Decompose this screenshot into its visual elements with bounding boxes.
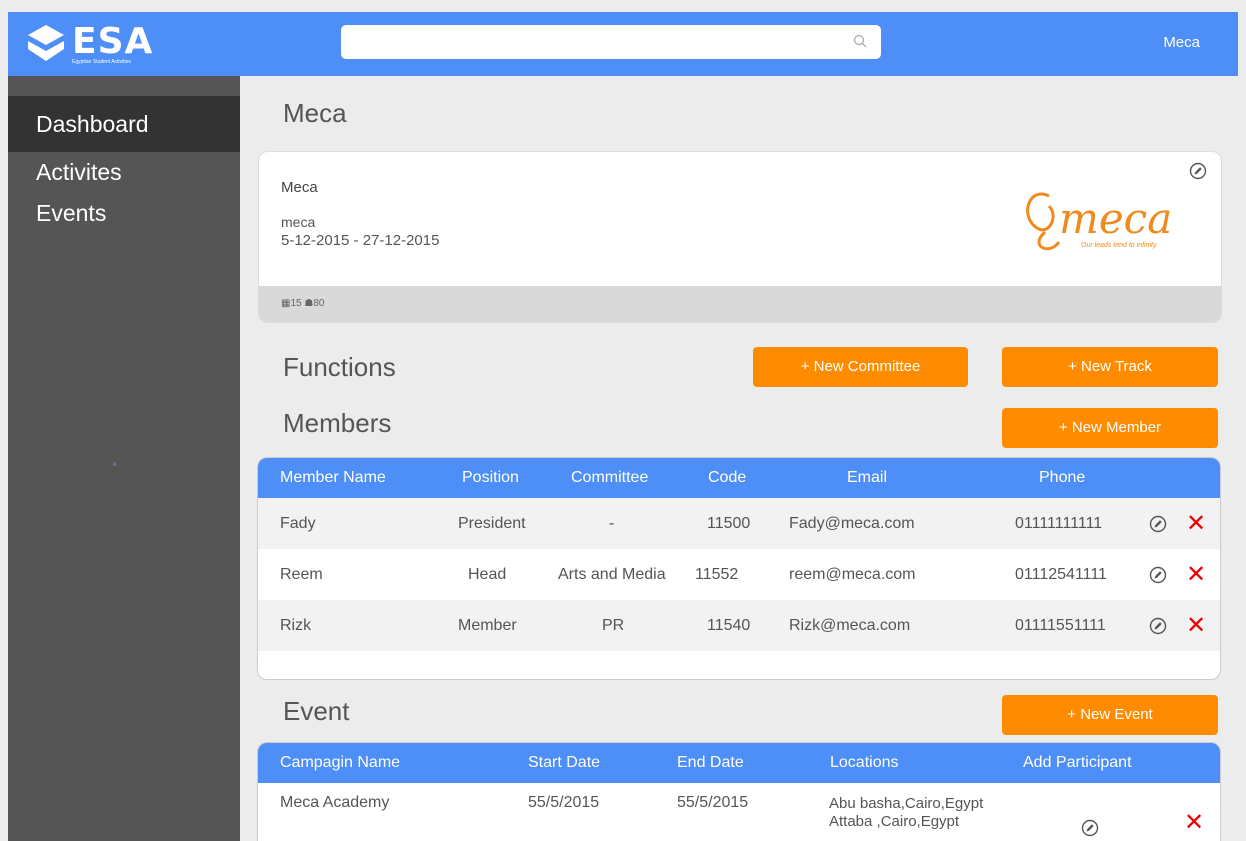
edit-icon[interactable] (1149, 566, 1167, 584)
sidebar-item-dashboard[interactable]: Dashboard (8, 96, 240, 152)
col-phone[interactable]: Phone (1039, 458, 1085, 498)
member-position: President (458, 515, 526, 532)
event-start: 55/5/2015 (528, 794, 600, 811)
new-committee-button[interactable]: + New Committee (753, 347, 968, 387)
table-row[interactable]: Reem Head Arts and Media 11552 reem@meca… (258, 549, 1220, 600)
member-position: Member (458, 617, 517, 634)
meca-logo-tagline: Our leads tend to infinity (1081, 242, 1157, 249)
club-slug: meca (281, 214, 316, 230)
search-input[interactable] (341, 25, 841, 59)
delete-icon[interactable]: ✕ (1184, 797, 1204, 841)
members-table: Member Name Position Committee Code Emai… (257, 457, 1221, 680)
close-icon[interactable]: × (112, 459, 117, 469)
new-member-button[interactable]: + New Member (1002, 408, 1218, 448)
calendar-count: 15 (290, 298, 302, 309)
edit-icon[interactable] (1081, 819, 1099, 837)
member-committee: - (609, 515, 615, 532)
sidebar-item-events[interactable]: Events (8, 193, 240, 234)
member-email: Rizk@meca.com (789, 617, 911, 634)
col-add-participant[interactable]: Add Participant (1023, 743, 1132, 783)
delete-icon[interactable]: ✕ (1186, 549, 1206, 600)
members-table-header: Member Name Position Committee Code Emai… (258, 458, 1220, 498)
delete-icon[interactable]: ✕ (1186, 600, 1206, 651)
members-title: Members (283, 408, 392, 438)
col-code[interactable]: Code (708, 458, 746, 498)
events-table: Campagin Name Start Date End Date Locati… (257, 742, 1221, 841)
delete-icon[interactable]: ✕ (1186, 498, 1206, 549)
member-name: Reem (280, 566, 323, 583)
club-name: Meca (281, 179, 318, 196)
meca-logo-text: meca (1059, 194, 1173, 243)
user-name[interactable]: Meca (1163, 34, 1200, 51)
edit-icon[interactable] (1149, 515, 1167, 533)
meca-logo: meca Our leads tend to infinity (1019, 186, 1193, 256)
member-committee: PR (602, 617, 625, 634)
club-dates: 5-12-2015 - 27-12-2015 (281, 232, 440, 249)
event-name: Meca Academy (280, 794, 390, 811)
new-track-button[interactable]: + New Track (1002, 347, 1218, 387)
table-row[interactable]: Meca Academy 55/5/2015 55/5/2015 Abu bas… (258, 783, 1220, 841)
functions-title: Functions (283, 352, 396, 382)
table-row[interactable]: Rizk Member PR 11540 Rizk@meca.com 01111… (258, 600, 1220, 651)
event-location-2: Attaba ,Cairo,Egypt (829, 813, 960, 830)
member-email: reem@meca.com (789, 566, 916, 583)
member-phone: 01112541111 (1015, 566, 1107, 583)
member-phone: 01111551111 (1015, 617, 1106, 634)
member-code: 11552 (695, 566, 739, 583)
member-code: 11500 (707, 515, 751, 532)
member-name: Fady (280, 515, 316, 532)
member-phone: 01111111111 (1015, 515, 1103, 532)
people-icon: ☗ (304, 298, 314, 309)
sidebar: Dashboard Activites Events × (8, 76, 240, 841)
event-title: Event (283, 696, 350, 726)
edit-icon[interactable] (1149, 617, 1167, 635)
col-position[interactable]: Position (462, 458, 519, 498)
col-committee[interactable]: Committee (571, 458, 648, 498)
people-count: 80 (313, 298, 325, 309)
logo-subtitle: Egyptian Student Activities (72, 59, 131, 65)
member-committee: Arts and Media (558, 566, 666, 583)
col-email[interactable]: Email (847, 458, 887, 498)
member-email: Fady@meca.com (789, 515, 915, 532)
card-footer: ▦15 ☗80 (259, 286, 1221, 322)
page-title: Meca (283, 98, 347, 128)
shield-logo-icon (28, 25, 64, 61)
top-bar: ESA Egyptian Student Activities Meca (8, 12, 1238, 76)
logo-text: ESA (72, 21, 154, 62)
member-name: Rizk (280, 617, 312, 634)
col-member-name[interactable]: Member Name (280, 458, 386, 498)
table-row[interactable]: Fady President - 11500 Fady@meca.com 011… (258, 498, 1220, 549)
sidebar-item-activities[interactable]: Activites (8, 152, 240, 193)
main-content: Meca Meca meca 5-12-2015 - 27-12-2015 me… (240, 76, 1246, 841)
col-locations[interactable]: Locations (830, 743, 899, 783)
club-card: Meca meca 5-12-2015 - 27-12-2015 meca Ou… (258, 151, 1222, 323)
search-icon[interactable] (853, 34, 867, 48)
new-event-button[interactable]: + New Event (1002, 695, 1218, 735)
member-position: Head (468, 566, 507, 583)
search-box[interactable] (341, 25, 881, 59)
edit-icon[interactable] (1189, 162, 1207, 180)
esa-logo[interactable]: ESA Egyptian Student Activities (26, 21, 166, 67)
member-code: 11540 (707, 617, 751, 634)
event-end: 55/5/2015 (677, 794, 749, 811)
